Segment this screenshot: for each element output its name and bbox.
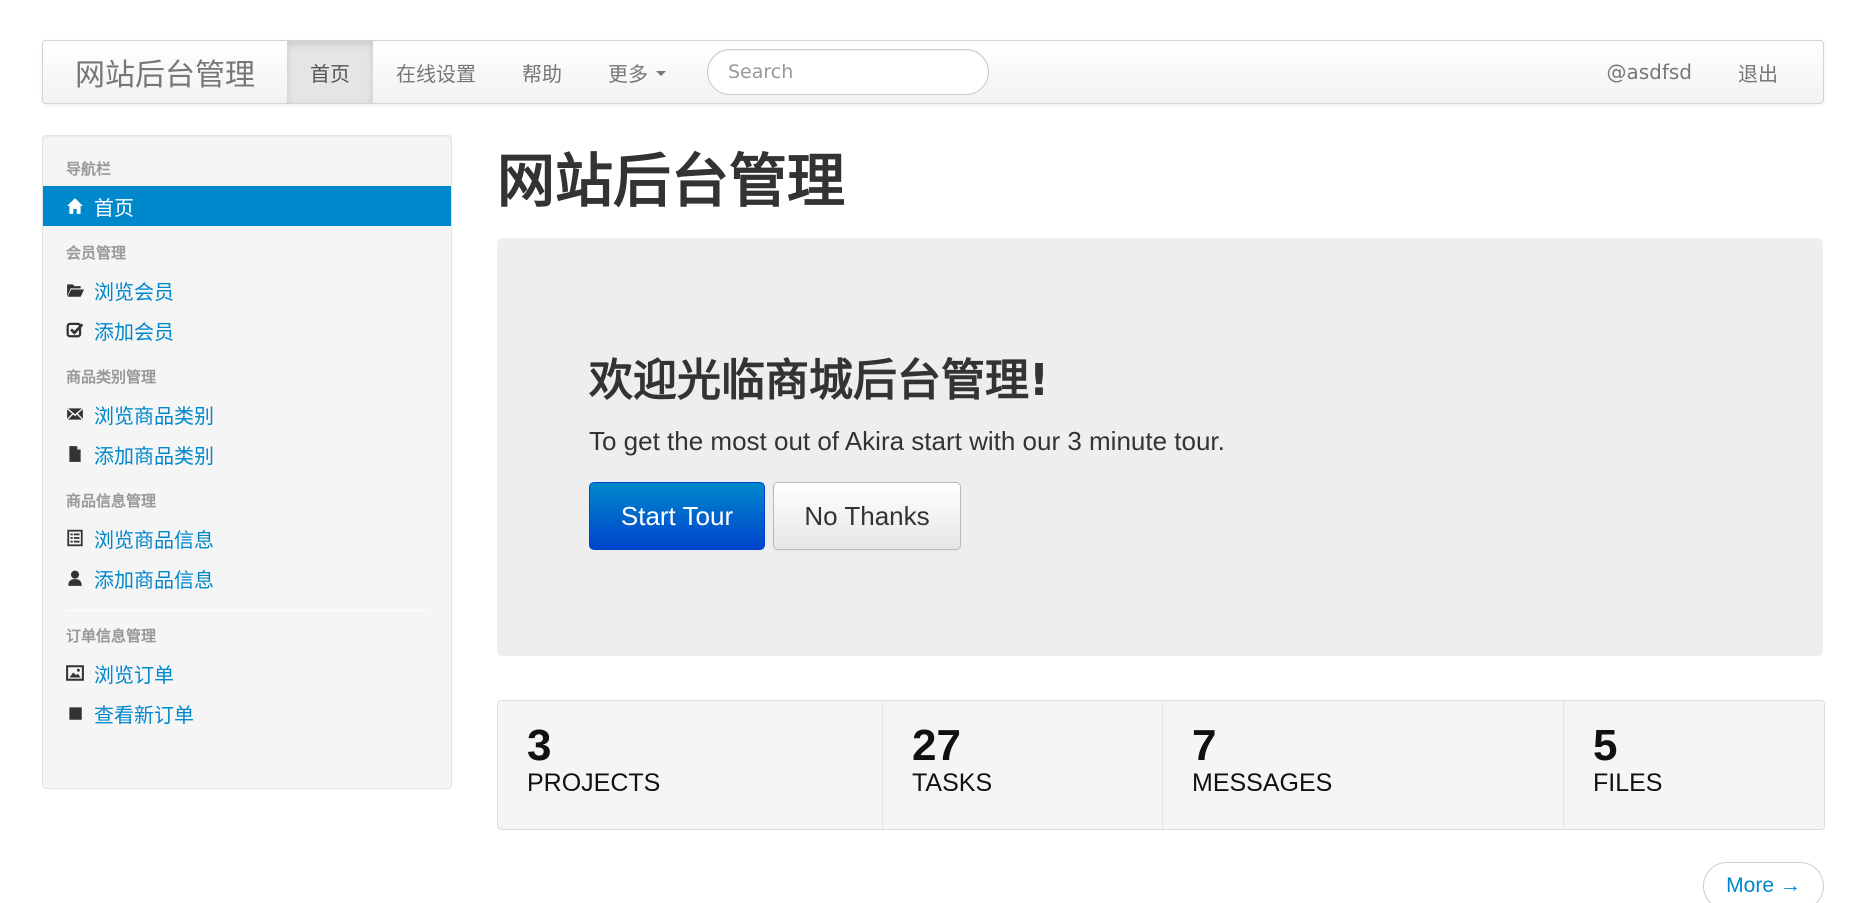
sidebar-item-browse-categories[interactable]: 浏览商品类别 — [43, 394, 451, 434]
stat-label: FILES — [1593, 769, 1663, 797]
start-tour-button[interactable]: Start Tour — [589, 482, 765, 550]
nav-item-label: 更多 — [608, 61, 648, 86]
logout-label: 退出 — [1738, 61, 1778, 86]
top-navbar: 网站后台管理 首页 在线设置 帮助 更多 @asdfsd 退出 — [42, 40, 1824, 104]
user-nav: @asdfsd 退出 — [1583, 41, 1823, 103]
sidebar-item-home[interactable]: 首页 — [43, 186, 451, 226]
nav-item-label: 在线设置 — [396, 61, 476, 86]
stat-value: 5 — [1593, 721, 1618, 770]
sidebar-item-add-product[interactable]: 添加商品信息 — [43, 558, 451, 598]
nav-item-label: 帮助 — [522, 61, 562, 86]
file-icon — [66, 444, 90, 464]
sidebar-item-label: 浏览商品信息 — [94, 527, 214, 552]
list-alt-icon — [66, 528, 90, 548]
sidebar-item-browse-orders[interactable]: 浏览订单 — [43, 653, 451, 693]
sidebar-item-browse-members[interactable]: 浏览会员 — [43, 270, 451, 310]
stat-messages: 7 MESSAGES — [1163, 701, 1564, 829]
sidebar-divider — [66, 610, 428, 611]
sidebar-item-new-orders[interactable]: 查看新订单 — [43, 693, 451, 733]
brand-title[interactable]: 网站后台管理 — [43, 41, 287, 103]
sidebar-item-add-category[interactable]: 添加商品类别 — [43, 434, 451, 474]
hero-text: To get the most out of Akira start with … — [589, 426, 1225, 456]
stat-label: MESSAGES — [1192, 769, 1333, 797]
sidebar-header-orders: 订单信息管理 — [66, 627, 157, 645]
sidebar-item-browse-products[interactable]: 浏览商品信息 — [43, 518, 451, 558]
sidebar-item-add-member[interactable]: 添加会员 — [43, 310, 451, 350]
stat-value: 7 — [1192, 721, 1217, 770]
stat-tasks: 27 TASKS — [883, 701, 1163, 829]
home-icon — [66, 196, 90, 216]
main-nav: 首页 在线设置 帮助 更多 — [287, 41, 689, 103]
logout-link[interactable]: 退出 — [1715, 41, 1801, 103]
nav-item-help[interactable]: 帮助 — [499, 41, 585, 103]
sidebar-item-label: 浏览会员 — [94, 279, 174, 304]
search-form — [689, 41, 989, 103]
sidebar-header-categories: 商品类别管理 — [66, 368, 157, 386]
sidebar: 导航栏 首页 会员管理 浏览会员 添加会员 商品类别管理 浏览商品类别 添加商品… — [42, 135, 452, 789]
nav-item-online-settings[interactable]: 在线设置 — [373, 41, 499, 103]
nav-item-more-dropdown[interactable]: 更多 — [585, 41, 689, 103]
more-button[interactable]: More → — [1703, 862, 1824, 903]
stat-value: 27 — [912, 721, 961, 770]
nav-item-label: 首页 — [310, 61, 350, 86]
user-icon — [66, 568, 90, 588]
sidebar-header-members: 会员管理 — [66, 244, 127, 262]
hero-title: 欢迎光临商城后台管理! — [589, 355, 1050, 406]
sidebar-item-label: 添加商品信息 — [94, 567, 214, 592]
sidebar-item-label: 添加会员 — [94, 319, 174, 344]
stop-icon — [66, 703, 90, 723]
check-icon — [66, 320, 90, 340]
stat-files: 5 FILES — [1564, 701, 1824, 829]
picture-icon — [66, 663, 90, 683]
sidebar-item-label: 浏览商品类别 — [94, 403, 214, 428]
user-link[interactable]: @asdfsd — [1583, 41, 1715, 103]
stats-panel: 3 PROJECTS 27 TASKS 7 MESSAGES 5 FILES — [497, 700, 1825, 830]
caret-down-icon — [656, 70, 666, 76]
sidebar-item-label: 添加商品类别 — [94, 443, 214, 468]
stat-value: 3 — [527, 721, 552, 770]
stat-projects: 3 PROJECTS — [498, 701, 883, 829]
stat-label: PROJECTS — [527, 769, 661, 797]
nav-item-home[interactable]: 首页 — [287, 41, 373, 103]
folder-open-icon — [66, 280, 90, 300]
sidebar-header-products: 商品信息管理 — [66, 492, 157, 510]
sidebar-item-label: 首页 — [94, 195, 134, 220]
stat-label: TASKS — [912, 769, 993, 797]
sidebar-header-navigation: 导航栏 — [66, 160, 112, 178]
welcome-hero: 欢迎光临商城后台管理! To get the most out of Akira… — [497, 238, 1823, 656]
username-label: @asdfsd — [1606, 60, 1692, 84]
page-title: 网站后台管理 — [497, 147, 846, 215]
envelope-icon — [66, 404, 90, 424]
sidebar-item-label: 浏览订单 — [94, 662, 174, 687]
no-thanks-button[interactable]: No Thanks — [773, 482, 961, 550]
search-input[interactable] — [707, 49, 989, 95]
sidebar-item-label: 查看新订单 — [94, 702, 194, 727]
